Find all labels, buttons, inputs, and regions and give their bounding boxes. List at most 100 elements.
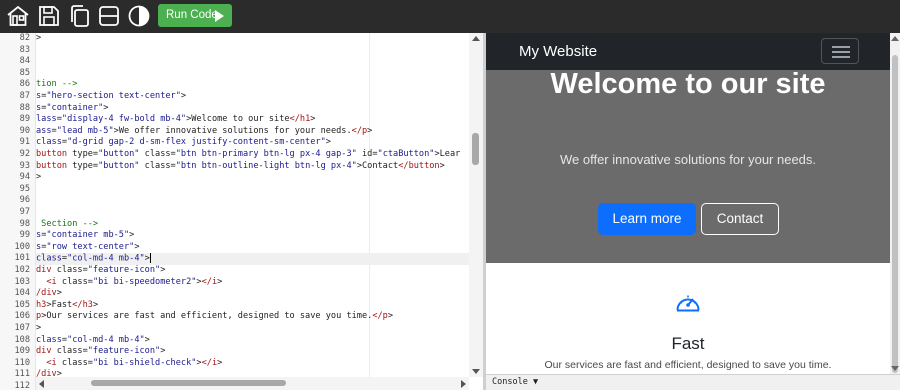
scroll-up-icon[interactable] bbox=[472, 36, 480, 41]
code-line[interactable] bbox=[36, 195, 469, 207]
line-number: 86 bbox=[19, 79, 30, 90]
code-line[interactable]: Section --> bbox=[36, 219, 469, 231]
feature-title: Fast bbox=[671, 334, 705, 353]
line-number: 93 bbox=[19, 160, 30, 171]
line-number: 90 bbox=[19, 125, 30, 136]
line-number: 112 bbox=[14, 381, 30, 390]
code-line[interactable]: class="d-grid gap-2 d-sm-flex justify-co… bbox=[36, 137, 469, 149]
hamburger-line bbox=[832, 51, 850, 53]
line-number: 108 bbox=[14, 334, 30, 345]
code-line[interactable]: div class="feature-icon"> bbox=[36, 265, 469, 277]
code-line[interactable]: class="col-md-4 mb-4"> bbox=[36, 253, 469, 265]
text-cursor bbox=[149, 253, 151, 264]
line-number: 98 bbox=[19, 218, 30, 229]
code-line[interactable]: s="hero-section text-center"> bbox=[36, 91, 469, 103]
scroll-right-icon[interactable] bbox=[461, 380, 466, 388]
code-line[interactable] bbox=[36, 184, 469, 196]
code-area[interactable]: > tion --> s="hero-section text-center"> s=… bbox=[36, 33, 469, 377]
scroll-down-icon[interactable] bbox=[891, 366, 899, 371]
preview-vertical-scrollbar[interactable] bbox=[890, 33, 900, 374]
editor-vertical-scrollbar[interactable] bbox=[469, 33, 483, 377]
line-number: 94 bbox=[19, 172, 30, 183]
feature-text: Our services are fast and efficient, des… bbox=[544, 359, 832, 371]
line-number: 109 bbox=[14, 346, 30, 357]
line-number: 104 bbox=[14, 288, 30, 299]
code-line[interactable] bbox=[36, 45, 469, 57]
scroll-down-icon[interactable] bbox=[472, 369, 480, 374]
code-line[interactable]: div class="feature-icon"> bbox=[36, 346, 469, 358]
home-icon[interactable] bbox=[6, 4, 30, 28]
hero-lead: We offer innovative solutions for your n… bbox=[559, 152, 817, 167]
line-number: 87 bbox=[19, 91, 30, 101]
editor-horizontal-scrollbar[interactable] bbox=[36, 377, 469, 390]
scroll-thumb[interactable] bbox=[472, 133, 479, 165]
code-line[interactable]: <i class="bi bi-shield-check"></i> bbox=[36, 358, 469, 370]
line-number: 99 bbox=[19, 230, 30, 241]
play-icon bbox=[215, 10, 224, 22]
code-line[interactable]: h3>Fast</h3> bbox=[36, 300, 469, 312]
code-line[interactable]: /div> bbox=[36, 288, 469, 300]
line-number: 96 bbox=[19, 195, 30, 206]
code-line[interactable]: lass="display-4 fw-bold mb-4">Welcome to… bbox=[36, 114, 469, 126]
hamburger-line bbox=[832, 56, 850, 58]
line-number: 111 bbox=[14, 369, 30, 380]
code-line[interactable]: > bbox=[36, 33, 469, 45]
code-line[interactable]: tion --> bbox=[36, 79, 469, 91]
code-line[interactable]: s="row text-center"> bbox=[36, 242, 469, 254]
layout-icon[interactable] bbox=[97, 4, 121, 28]
scroll-thumb[interactable] bbox=[892, 55, 898, 373]
code-line[interactable]: s="container"> bbox=[36, 103, 469, 115]
line-number: 92 bbox=[19, 149, 30, 159]
line-number: 89 bbox=[19, 114, 30, 125]
save-icon[interactable] bbox=[37, 4, 61, 28]
code-line[interactable] bbox=[36, 207, 469, 219]
line-number: 84 bbox=[19, 56, 30, 67]
code-line[interactable]: ass="lead mb-5">We offer innovative solu… bbox=[36, 126, 469, 138]
scroll-up-icon[interactable] bbox=[891, 36, 899, 41]
hero-section: Welcome to our site We offer innovative … bbox=[486, 68, 890, 263]
line-number: 110 bbox=[14, 357, 30, 368]
run-code-button[interactable]: Run Code bbox=[158, 4, 232, 27]
scroll-left-icon[interactable] bbox=[39, 380, 44, 388]
code-line[interactable] bbox=[36, 68, 469, 80]
navbar-toggler-button[interactable] bbox=[821, 38, 859, 64]
toolbar: Run Code bbox=[0, 0, 900, 33]
code-line[interactable]: > bbox=[36, 172, 469, 184]
code-editor[interactable]: 82 83 84 85 86 87 88 89 90 91 92 93 94 95 96 97 98 99 100 1… bbox=[0, 33, 483, 390]
scroll-thumb[interactable] bbox=[91, 380, 286, 386]
line-number: 103 bbox=[14, 276, 30, 287]
line-number: 83 bbox=[19, 44, 30, 55]
code-line[interactable]: p>Our services are fast and efficient, d… bbox=[36, 311, 469, 323]
preview-navbar: My Website bbox=[486, 33, 890, 70]
line-number: 102 bbox=[14, 265, 30, 275]
code-line[interactable]: > bbox=[36, 323, 469, 335]
line-number: 91 bbox=[19, 137, 30, 148]
navbar-brand[interactable]: My Website bbox=[519, 43, 597, 60]
code-line[interactable]: button type="button" class="btn btn-outl… bbox=[36, 161, 469, 173]
console-toggle[interactable]: Console ▼ bbox=[492, 377, 538, 387]
line-number: 82 bbox=[19, 33, 30, 43]
code-line[interactable]: s="container mb-5"> bbox=[36, 230, 469, 242]
line-number: 106 bbox=[14, 311, 30, 322]
line-number: 100 bbox=[14, 241, 30, 252]
contact-button[interactable]: Contact bbox=[701, 203, 779, 235]
hero-title: Welcome to our site bbox=[550, 68, 826, 100]
hamburger-icon bbox=[832, 46, 850, 48]
line-number: 85 bbox=[19, 67, 30, 78]
code-line[interactable]: /div> bbox=[36, 369, 469, 377]
line-number-gutter: 82 83 84 85 86 87 88 89 90 91 92 93 94 95 96 97 98 99 100 1… bbox=[0, 33, 36, 390]
code-line[interactable] bbox=[36, 56, 469, 68]
line-number: 88 bbox=[19, 102, 30, 113]
code-line[interactable]: button type="button" class="btn btn-prim… bbox=[36, 149, 469, 161]
code-line[interactable]: class="col-md-4 mb-4"> bbox=[36, 335, 469, 347]
preview-pane: My Website Welcome to our site We offer … bbox=[486, 33, 890, 374]
line-number: 107 bbox=[14, 323, 30, 333]
line-number: 105 bbox=[14, 299, 30, 310]
run-code-label: Run Code bbox=[166, 9, 218, 21]
theme-icon[interactable] bbox=[127, 4, 151, 28]
line-number: 95 bbox=[19, 183, 30, 194]
speedometer-icon bbox=[676, 295, 700, 312]
copy-icon[interactable] bbox=[67, 4, 91, 28]
learn-more-button[interactable]: Learn more bbox=[598, 203, 696, 235]
code-line[interactable]: <i class="bi bi-speedometer2"></i> bbox=[36, 277, 469, 289]
